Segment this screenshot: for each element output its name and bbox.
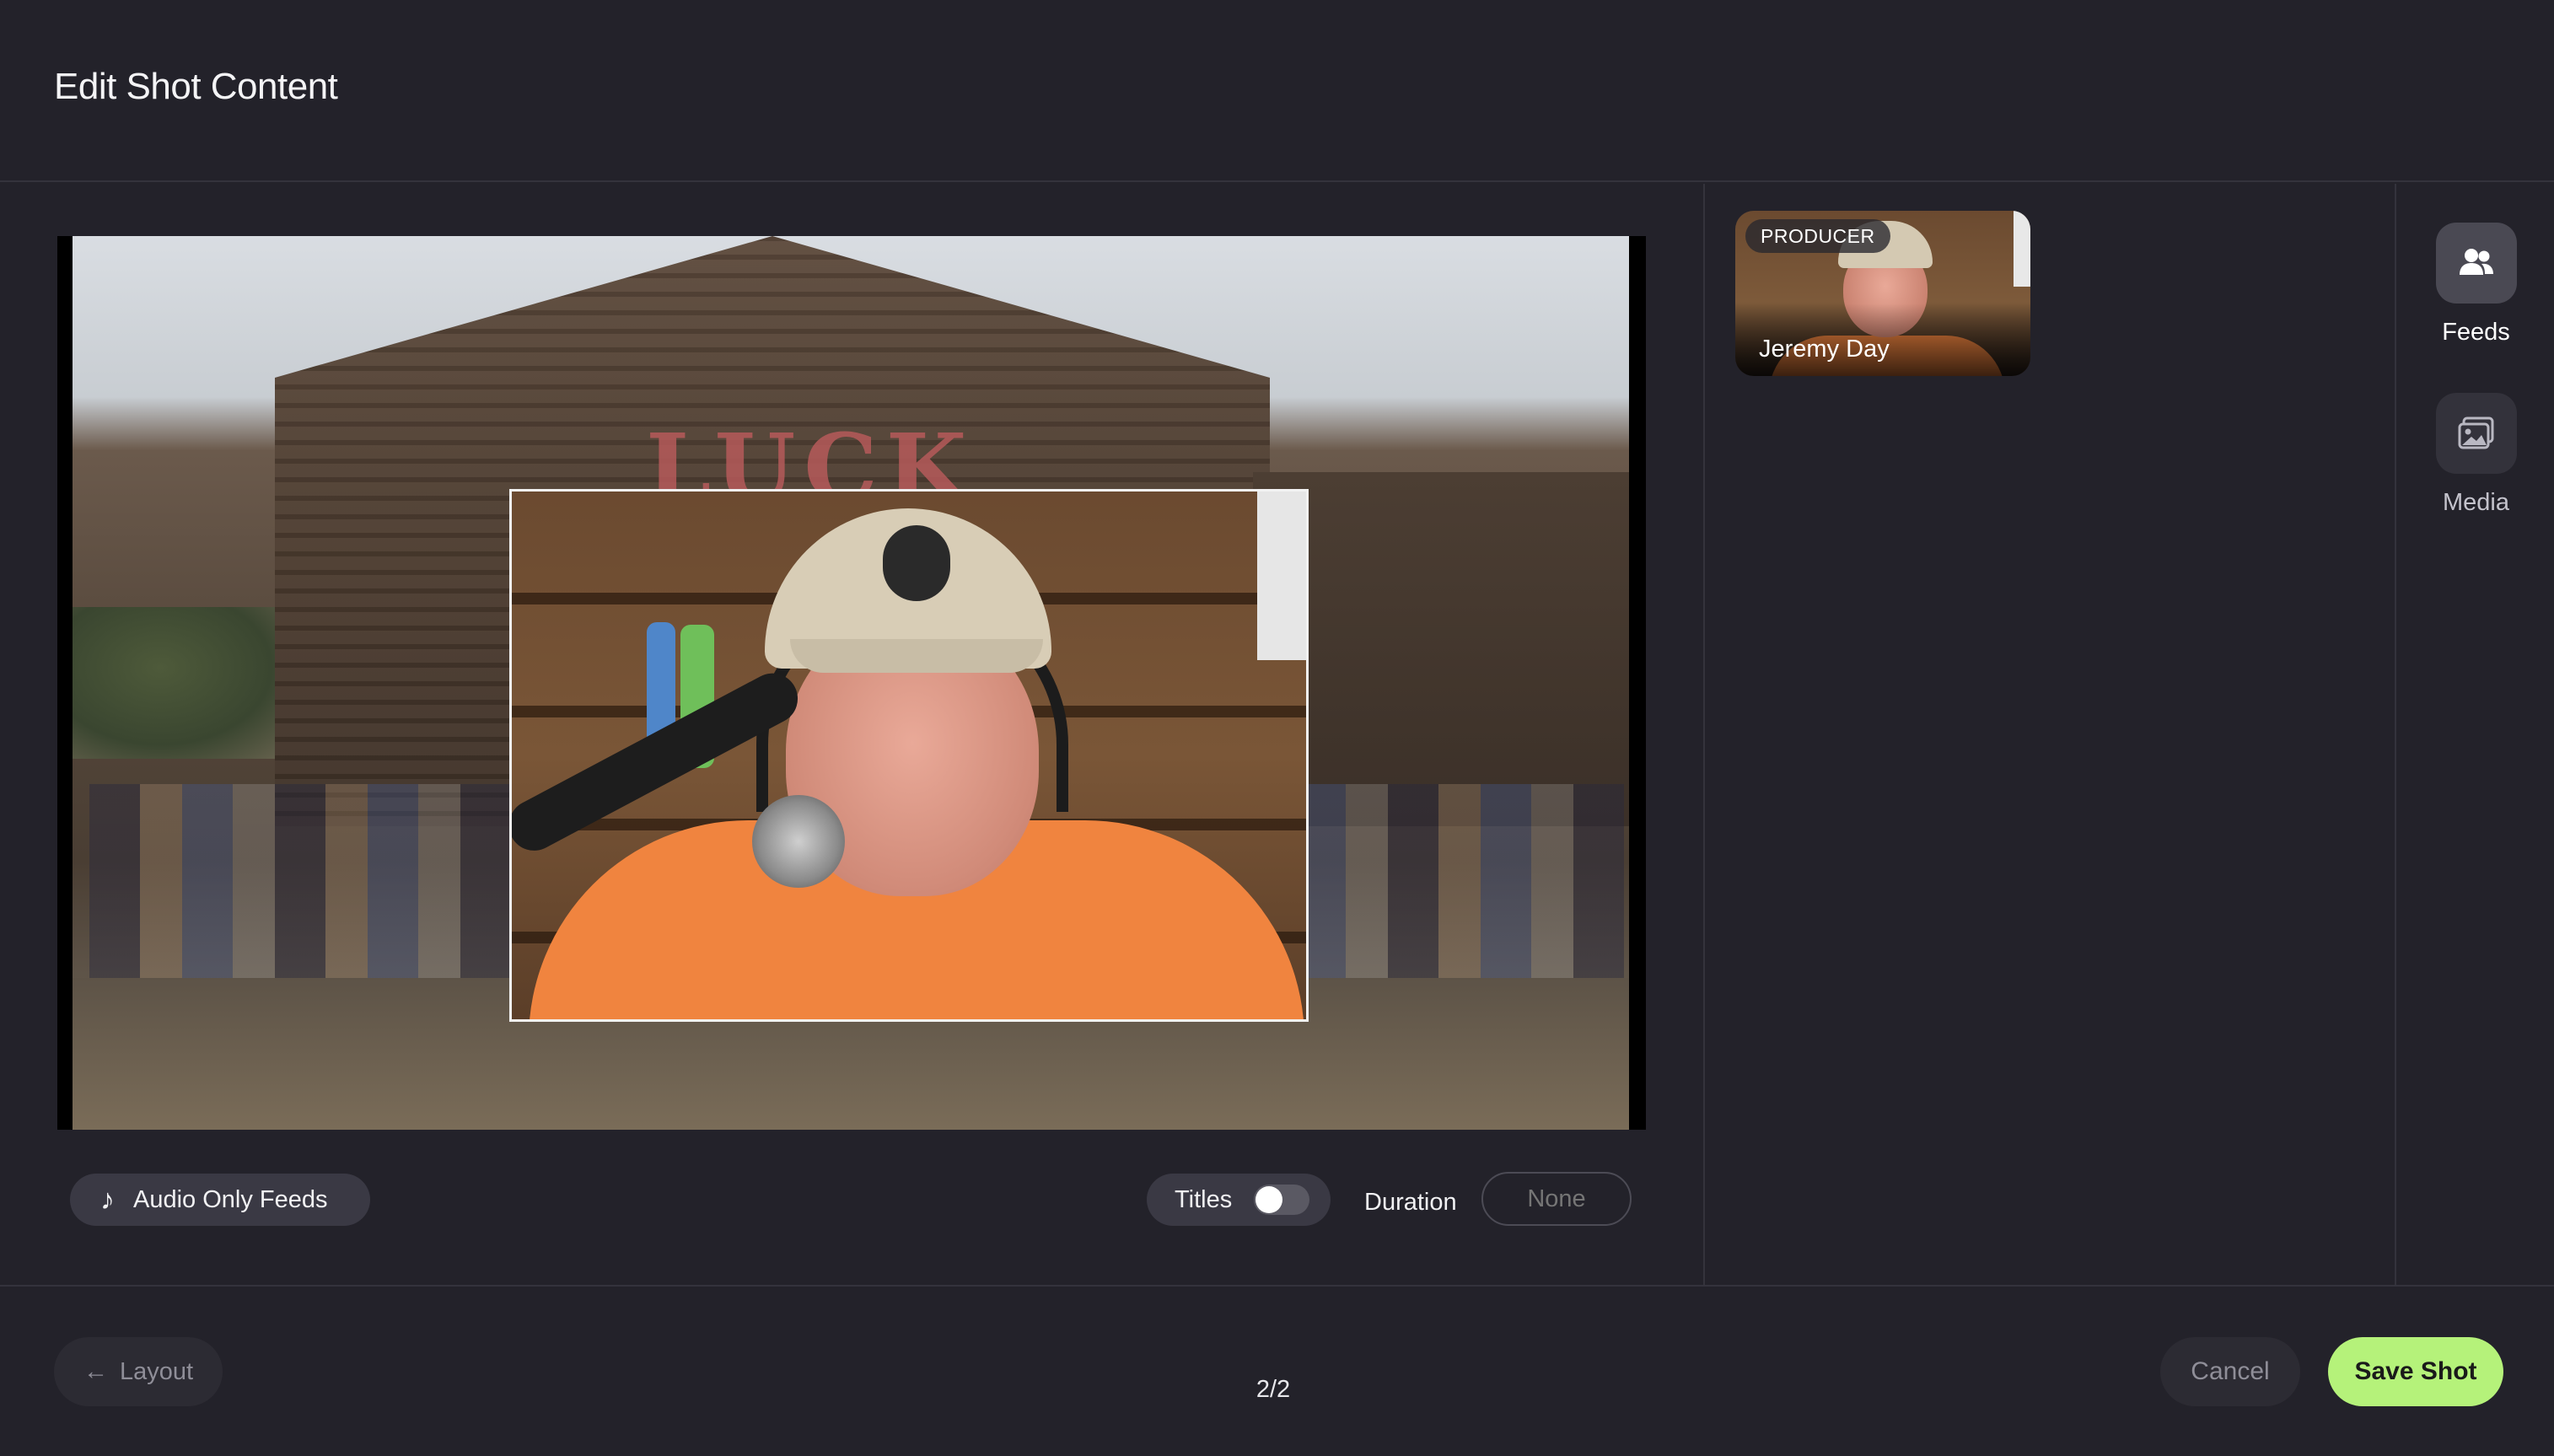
side-nav: Feeds Media xyxy=(2398,184,2554,1285)
titles-control: Titles xyxy=(1147,1174,1331,1226)
pip-feed-image[interactable] xyxy=(509,489,1309,1022)
background-barn-right xyxy=(1253,472,1629,826)
back-to-layout-button[interactable]: ← Layout xyxy=(54,1337,223,1406)
titles-label: Titles xyxy=(1175,1185,1233,1213)
feed-card[interactable]: PRODUCER Jeremy Day xyxy=(1735,211,2030,376)
nav-feeds[interactable]: Feeds xyxy=(2398,223,2554,347)
modal-footer: ← Layout 2/2 Cancel Save Shot xyxy=(0,1285,2554,1456)
feed-role-badge: PRODUCER xyxy=(1745,219,1890,253)
music-note-icon: ♪ xyxy=(100,1184,115,1216)
images-icon xyxy=(2435,393,2517,474)
modal-header: Edit Shot Content xyxy=(0,0,2554,182)
feeds-panel: PRODUCER Jeremy Day xyxy=(1707,184,2396,1285)
shot-preview[interactable]: LUCK xyxy=(57,236,1646,1130)
edit-shot-modal: Edit Shot Content LUCK ♪ Audio Only Feed… xyxy=(0,0,2554,1456)
toggle-knob xyxy=(1255,1186,1283,1213)
modal-title: Edit Shot Content xyxy=(54,66,338,107)
cancel-button[interactable]: Cancel xyxy=(2160,1337,2300,1406)
arrow-left-icon: ← xyxy=(83,1357,108,1385)
cap-logo xyxy=(883,525,950,601)
people-icon xyxy=(2435,223,2517,304)
save-shot-button[interactable]: Save Shot xyxy=(2328,1337,2503,1406)
pip-microphone xyxy=(752,795,845,888)
shot-editor-main: LUCK ♪ Audio Only Feeds Titles Duration … xyxy=(0,184,1705,1285)
nav-media[interactable]: Media xyxy=(2398,393,2554,517)
audio-only-feeds-button[interactable]: ♪ Audio Only Feeds xyxy=(70,1174,370,1226)
background-trees xyxy=(73,607,292,759)
nav-feeds-label: Feeds xyxy=(2442,319,2510,346)
feed-name: Jeremy Day xyxy=(1759,336,1890,363)
nav-media-label: Media xyxy=(2443,489,2509,516)
page-indicator: 2/2 xyxy=(1255,1376,1291,1403)
duration-label: Duration xyxy=(1364,1189,1457,1216)
duration-input[interactable] xyxy=(1481,1172,1632,1226)
titles-toggle[interactable] xyxy=(1254,1185,1310,1215)
audio-only-feeds-label: Audio Only Feeds xyxy=(133,1185,328,1213)
layout-button-label: Layout xyxy=(119,1357,194,1385)
